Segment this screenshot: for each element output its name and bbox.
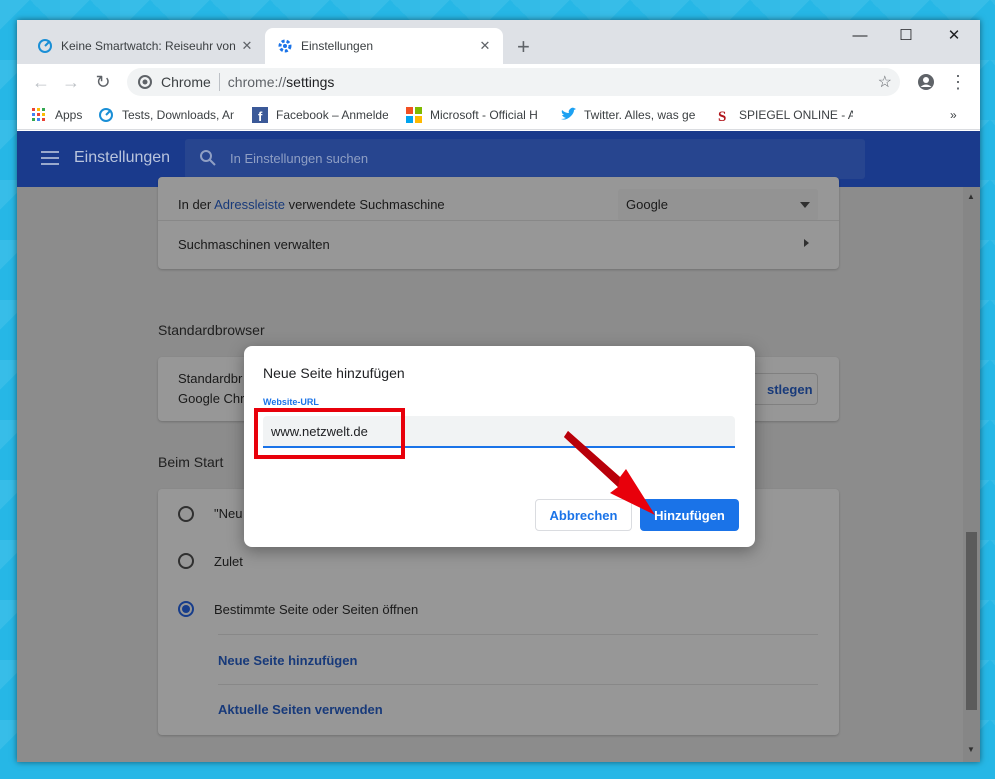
use-current-pages-link[interactable]: Aktuelle Seiten verwenden	[218, 702, 383, 717]
facebook-icon: f	[252, 107, 268, 124]
twitter-icon	[560, 107, 576, 123]
bookmark-spiegel[interactable]: S SPIEGEL ONLINE - Ak	[715, 106, 853, 124]
chevron-down-icon	[800, 202, 810, 208]
scrollbar-thumb[interactable]	[966, 532, 977, 710]
default-browser-title: Standardbrowser	[158, 322, 265, 338]
maximize-button[interactable]: ☐	[883, 24, 929, 50]
hamburger-menu-icon[interactable]	[41, 151, 59, 165]
apps-grid-icon	[31, 107, 47, 123]
menu-dots-icon[interactable]: ⋮	[946, 70, 970, 94]
startup-option-label: "Neu	[214, 506, 243, 521]
search-engine-dropdown[interactable]: Google	[618, 189, 818, 221]
default-browser-line2: Google Chr	[178, 391, 245, 406]
bookmarks-bar: Apps Tests, Downloads, An f Facebook – A…	[17, 100, 980, 130]
bookmark-netzwelt[interactable]: Tests, Downloads, An	[98, 106, 234, 124]
divider	[218, 634, 818, 635]
tab-settings[interactable]: Einstellungen ✕	[265, 28, 503, 64]
manage-search-engines-row[interactable]: Suchmaschinen verwalten	[178, 237, 330, 252]
default-browser-line1: Standardbr	[178, 371, 243, 386]
url-path: settings	[286, 74, 335, 90]
bookmark-microsoft[interactable]: Microsoft - Official H	[406, 106, 542, 124]
netzwelt-icon	[98, 107, 114, 123]
search-engine-card: In der Adressleiste verwendete Suchmasch…	[158, 177, 839, 269]
bookmark-facebook[interactable]: f Facebook – Anmelde	[252, 106, 388, 124]
spiegel-icon: S	[715, 107, 731, 124]
scrollbar[interactable]: ▲ ▼	[963, 187, 980, 762]
startup-title: Beim Start	[158, 454, 224, 470]
address-bar[interactable]: Chrome chrome:// settings ☆	[127, 68, 900, 96]
tab-strip: Keine Smartwatch: Reiseuhr von ✕ Einstel…	[17, 20, 980, 64]
startup-radio-continue[interactable]	[178, 553, 194, 569]
scroll-up-icon[interactable]: ▲	[967, 192, 975, 201]
bookmark-label: Twitter. Alles, was ge	[584, 108, 696, 122]
chrome-site-icon	[137, 74, 153, 93]
profile-avatar-icon[interactable]	[914, 70, 938, 94]
bookmark-twitter[interactable]: Twitter. Alles, was ge	[560, 106, 698, 124]
microsoft-icon	[406, 107, 422, 123]
svg-text:f: f	[258, 109, 263, 123]
toolbar: ← → ↻ Chrome chrome:// settings ☆ ⋮	[17, 64, 980, 100]
annotation-arrow-icon	[564, 431, 655, 515]
close-tab-icon[interactable]: ✕	[237, 38, 257, 54]
startup-radio-specific-pages[interactable]	[178, 601, 194, 617]
divider	[158, 220, 839, 221]
bookmark-label: Facebook – Anmelde	[276, 108, 388, 122]
bookmark-label: SPIEGEL ONLINE - Ak	[739, 108, 853, 122]
tab-title: Einstellungen	[301, 39, 374, 53]
annotation-highlight-box	[254, 408, 405, 459]
dialog-title: Neue Seite hinzufügen	[263, 365, 405, 381]
back-button[interactable]: ←	[29, 70, 53, 94]
tab-smartwatch[interactable]: Keine Smartwatch: Reiseuhr von ✕	[25, 28, 265, 64]
startup-radio-new-tab[interactable]	[178, 506, 194, 522]
url-scheme: chrome://	[227, 74, 287, 90]
row-text: In der	[178, 197, 215, 212]
startup-option-label: Bestimmte Seite oder Seiten öffnen	[214, 602, 419, 617]
search-engine-row: In der Adressleiste verwendete Suchmasch…	[178, 197, 445, 212]
chevron-right-icon	[804, 239, 809, 247]
omnibox-divider	[218, 73, 220, 91]
bookmark-apps[interactable]: Apps	[31, 106, 91, 124]
divider	[218, 684, 818, 685]
close-window-button[interactable]: ✕	[931, 24, 977, 50]
close-tab-icon[interactable]: ✕	[475, 38, 495, 54]
settings-search-input[interactable]: In Einstellungen suchen	[185, 139, 865, 179]
bookmark-label: Microsoft - Official H	[430, 108, 538, 122]
startup-option-label: Zulet	[214, 554, 243, 569]
new-tab-button[interactable]: +	[517, 34, 530, 60]
refresh-icon	[37, 38, 53, 54]
scroll-down-icon[interactable]: ▼	[967, 745, 975, 754]
settings-title: Einstellungen	[74, 149, 171, 166]
tab-title: Keine Smartwatch: Reiseuhr von	[61, 39, 236, 53]
forward-button[interactable]: →	[59, 70, 83, 94]
search-placeholder: In Einstellungen suchen	[230, 151, 369, 166]
bookmark-label: Tests, Downloads, An	[122, 108, 234, 122]
svg-text:S: S	[718, 109, 726, 123]
bookmark-star-icon[interactable]: ☆	[878, 72, 892, 92]
dropdown-value: Google	[626, 197, 668, 212]
bookmarks-overflow-button[interactable]: »	[950, 106, 964, 124]
minimize-button[interactable]: —	[837, 24, 883, 50]
bookmark-label: Apps	[55, 108, 83, 122]
address-bar-link[interactable]: Adressleiste	[214, 197, 285, 212]
site-label: Chrome	[161, 74, 211, 90]
reload-button[interactable]: ↻	[91, 70, 115, 94]
add-page-link[interactable]: Neue Seite hinzufügen	[218, 653, 357, 668]
website-url-label: Website-URL	[263, 397, 319, 407]
gear-icon	[277, 38, 293, 54]
row-text: verwendete Suchmaschine	[284, 197, 445, 212]
search-icon	[199, 149, 217, 167]
